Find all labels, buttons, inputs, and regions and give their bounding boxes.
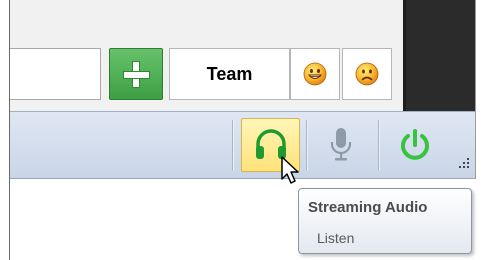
app-window: Team Streaming Audio Listen [0,0,485,260]
toolbar-separator [378,120,379,170]
frown-face-icon [355,62,379,86]
team-label: Team [206,63,253,84]
team-button[interactable]: Team [169,48,290,100]
window-right-edge [475,0,476,179]
add-button[interactable] [109,48,163,100]
frown-emoji-button[interactable] [342,48,392,100]
power-button[interactable] [386,118,444,172]
microphone-icon [330,128,352,161]
tooltip-title: Streaming Audio [308,199,428,216]
toolbar-separator [306,120,307,170]
window-right-gutter [475,0,485,260]
mouse-pointer-icon [281,156,299,184]
search-input[interactable] [10,48,101,100]
tooltip-body: Listen [317,230,355,246]
grin-face-icon [303,62,327,86]
toolbar-separator [232,120,233,170]
resize-grip-icon[interactable] [457,156,471,170]
grin-emoji-button[interactable] [290,48,340,100]
power-icon [401,129,429,160]
tooltip: Streaming Audio Listen [298,188,472,254]
microphone-button[interactable] [313,118,369,172]
bottom-toolbar [10,111,475,179]
dark-panel-divider [403,0,406,111]
dark-side-panel [403,0,475,111]
